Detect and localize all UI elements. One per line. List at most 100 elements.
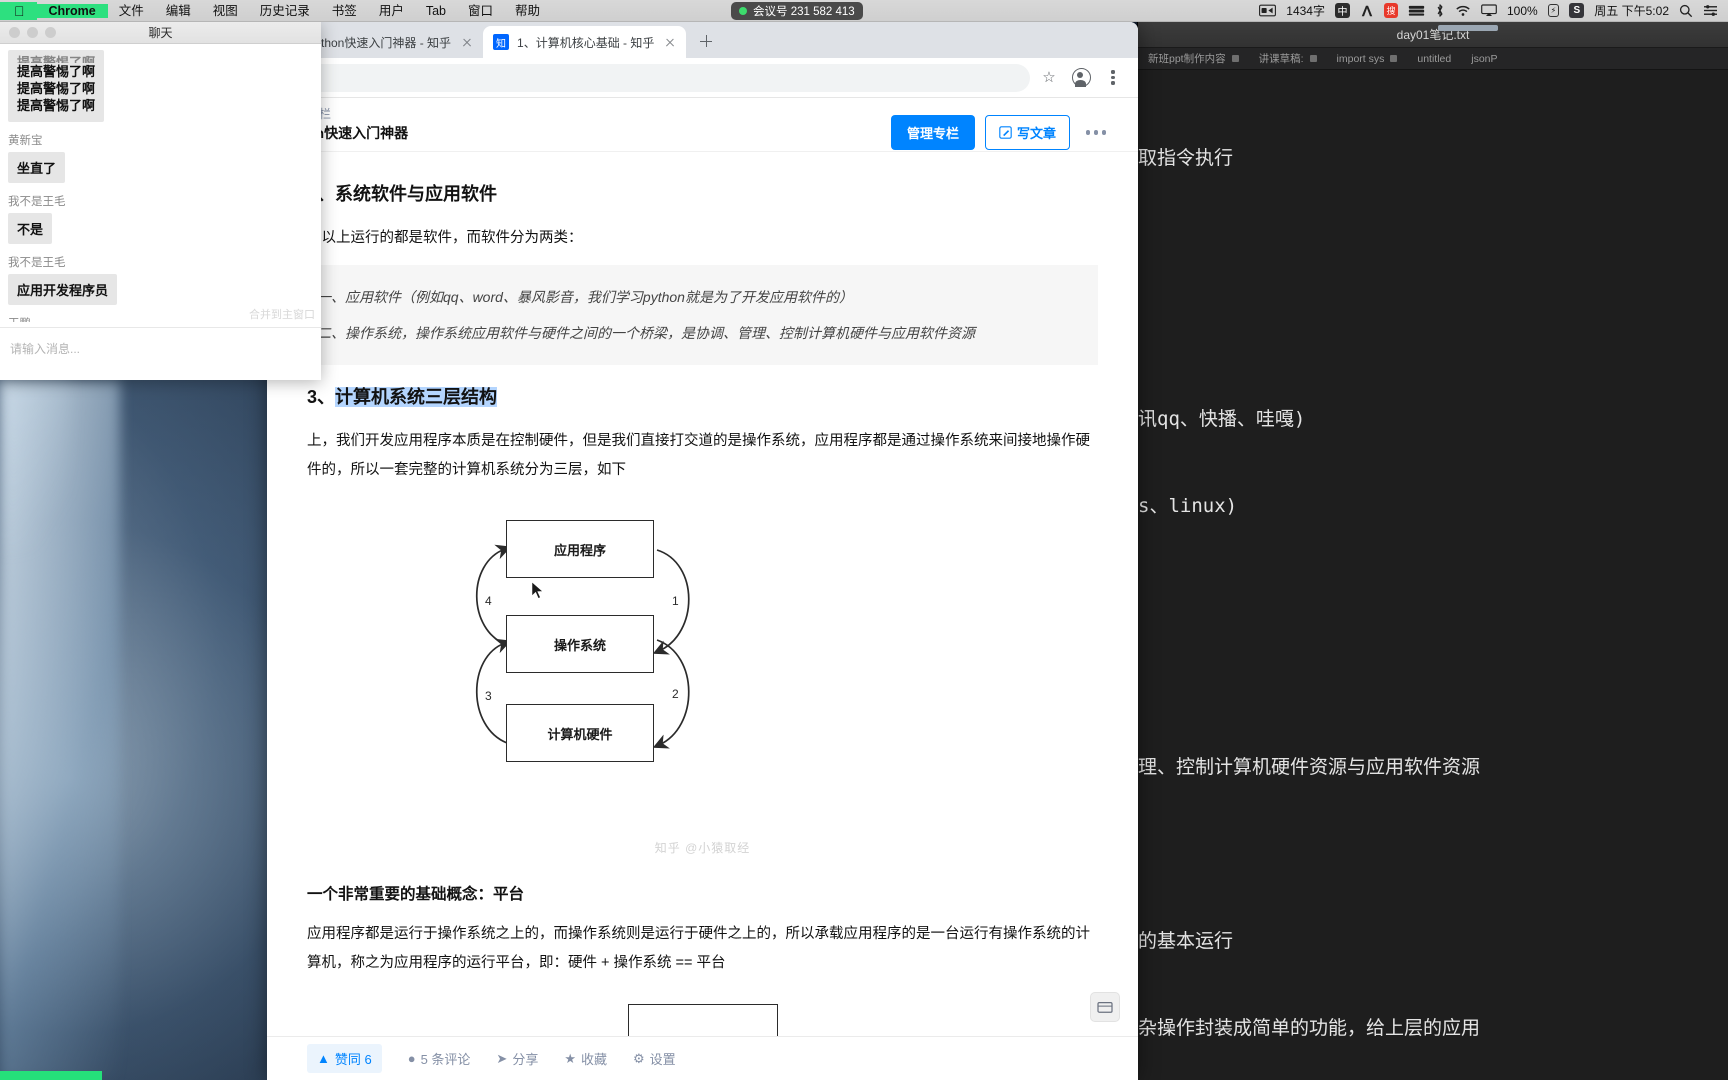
chat-message-bubble: 坐直了 — [8, 152, 66, 183]
svg-text:3: 3 — [485, 689, 492, 703]
manage-column-button[interactable]: 管理专栏 — [891, 115, 976, 150]
chat-sender-name: 我不是王毛 — [8, 196, 66, 208]
chat-bubble-repeat-warning: 提高警惕了啊 提高警惕了啊 提高警惕了啊 提高警惕了啊 — [8, 50, 105, 122]
bluetooth-icon[interactable] — [1435, 3, 1445, 18]
article-action-bar[interactable]: ▲ 赞同 6 ● 5 条评论 ➤ 分享 ★ 收藏 ⚙ 设置 — [267, 1036, 1138, 1080]
profile-account-icon[interactable] — [1068, 65, 1094, 91]
menu-item-tab[interactable]: Tab — [415, 0, 457, 22]
merge-to-main-window-link[interactable]: 合并到主窗口 — [249, 306, 315, 322]
bookmark-star-icon[interactable]: ☆ — [1036, 65, 1062, 91]
s-app-icon[interactable]: S — [1569, 3, 1585, 18]
chat-message-bubble: 应用开发程序员 — [8, 274, 118, 305]
text-editor-window[interactable]: day01笔记.txt 新班ppt制作内容 讲课草稿: import sys u… — [1137, 22, 1728, 1080]
browser-tab-strip[interactable]: 知 Python快速入门神器 - 知乎 知 1、计算机核心基础 - 知乎 — [267, 22, 1138, 58]
column-info: 专栏 on快速入门神器 — [307, 106, 408, 144]
chat-titlebar[interactable]: 聊天 — [0, 22, 321, 44]
three-layer-architecture-diagram: 1 2 3 4 应用程序 操作系统 计算机硬件 — [307, 515, 1098, 845]
comments-button[interactable]: ● 5 条评论 — [408, 1049, 471, 1068]
battery-charging-icon[interactable]: ⚡ — [1547, 4, 1560, 17]
section2-paragraph: 件以上运行的都是软件，而软件分为两类： — [307, 230, 583, 246]
chat-sender-name: 我不是王毛 — [8, 257, 66, 269]
chat-message-list[interactable]: 提高警惕了啊 提高警惕了啊 提高警惕了啊 提高警惕了啊 黄新宝 坐直了 我不是王… — [0, 44, 321, 322]
breadcrumb-item-0[interactable]: 新班ppt制作内容 — [1138, 51, 1249, 66]
settings-button[interactable]: ⚙ 设置 — [633, 1049, 676, 1068]
stack-icon[interactable] — [1408, 4, 1425, 17]
breadcrumb-dot-icon — [1309, 55, 1317, 62]
upvote-button[interactable]: ▲ 赞同 6 — [307, 1044, 382, 1073]
breadcrumb-item-4[interactable]: jsonP — [1461, 53, 1507, 65]
concept-paragraph: 应用程序都是运行于操作系统之上的，而操作系统则是运行于硬件之上的，所以承载应用程… — [307, 926, 1090, 971]
share-label: 分享 — [512, 1052, 539, 1067]
new-tab-button[interactable] — [692, 27, 720, 55]
browser-menu-icon[interactable] — [1100, 65, 1126, 91]
text-editor-content[interactable]: 取指令执行 讯qq、快播、哇嘎) s、linux) 理、控制计算机硬件资源与应用… — [1138, 70, 1728, 1080]
browser-toolbar[interactable]: 0791 ☆ — [267, 58, 1138, 98]
editor-tab-indicator — [1438, 25, 1498, 31]
breadcrumb-item-1[interactable]: 讲课草稿: — [1249, 51, 1327, 66]
chat-window[interactable]: 聊天 提高警惕了啊 提高警惕了啊 提高警惕了啊 提高警惕了啊 黄新宝 坐直了 我… — [0, 22, 321, 380]
chat-line: 提高警惕了啊 — [17, 64, 96, 79]
editor-line: 理、控制计算机硬件资源与应用软件资源 — [1138, 756, 1481, 778]
menu-item-help[interactable]: 帮助 — [504, 0, 551, 22]
tab-title: 1、计算机核心基础 - 知乎 — [517, 35, 655, 50]
menu-item-profiles[interactable]: 用户 — [368, 0, 415, 22]
zhihu-article-page[interactable]: 专栏 on快速入门神器 管理专栏 写文章 2、系统软件与应用软件 件以上运行的都… — [267, 98, 1138, 1080]
meeting-id-badge[interactable]: 会议号 231 582 413 — [731, 2, 863, 20]
alfred-icon[interactable] — [1360, 4, 1374, 18]
chrome-browser-window[interactable]: 知 Python快速入门神器 - 知乎 知 1、计算机核心基础 - 知乎 079… — [267, 22, 1138, 1080]
write-article-button[interactable]: 写文章 — [985, 115, 1071, 150]
battery-percent-label[interactable]: 100% — [1507, 4, 1538, 18]
close-tab-icon[interactable] — [459, 34, 475, 50]
word-count-label[interactable]: 1434字 — [1286, 2, 1325, 19]
macos-menu-bar[interactable]:  Chrome 文件 编辑 视图 历史记录 书签 用户 Tab 窗口 帮助 1… — [0, 0, 1728, 22]
zhihu-favicon-icon: 知 — [493, 34, 510, 50]
menu-item-file[interactable]: 文件 — [108, 0, 155, 22]
wifi-icon[interactable] — [1455, 4, 1471, 17]
more-options-icon[interactable] — [1080, 130, 1112, 135]
svg-text:4: 4 — [485, 594, 492, 608]
favorite-button[interactable]: ★ 收藏 — [564, 1049, 607, 1068]
menu-item-history[interactable]: 历史记录 — [249, 0, 321, 22]
share-button[interactable]: ➤ 分享 — [496, 1049, 538, 1068]
spotlight-search-icon[interactable] — [1679, 4, 1693, 18]
menu-item-bookmarks[interactable]: 书签 — [321, 0, 368, 22]
menu-item-edit[interactable]: 编辑 — [155, 0, 202, 22]
reader-mode-button[interactable] — [1090, 992, 1120, 1022]
address-bar-input[interactable]: 0791 — [279, 63, 1030, 92]
apple-logo-icon[interactable]:  — [0, 1, 37, 20]
input-method-icon[interactable]: 中 — [1334, 3, 1350, 18]
screen-share-border-bottom — [0, 1071, 102, 1080]
menu-bar-status-items[interactable]: 1434字 中 搜 100% ⚡ S 周五 下午5:02 — [1259, 2, 1728, 19]
control-center-icon[interactable] — [1703, 4, 1718, 17]
column-meta-label: 专栏 — [307, 106, 408, 122]
text-editor-titlebar[interactable]: day01笔记.txt — [1138, 22, 1728, 48]
menu-bar-clock[interactable]: 周五 下午5:02 — [1594, 2, 1669, 19]
browser-tab-computer-basics[interactable]: 知 1、计算机核心基础 - 知乎 — [483, 26, 687, 58]
menu-bar-left[interactable]:  Chrome 文件 编辑 视图 历史记录 书签 用户 Tab 窗口 帮助 — [0, 0, 551, 22]
close-tab-icon[interactable] — [662, 34, 678, 50]
section3-number: 3、 — [307, 387, 336, 407]
chat-line-clipped: 提高警惕了啊 — [17, 55, 96, 63]
breadcrumb-dot-icon — [1231, 55, 1239, 62]
menu-app-name[interactable]: Chrome — [36, 3, 108, 18]
breadcrumb-item-2[interactable]: import sys — [1327, 53, 1408, 65]
settings-label: 设置 — [649, 1052, 676, 1067]
airplay-icon[interactable] — [1481, 4, 1497, 17]
chat-message-input[interactable]: 请输入消息... — [0, 328, 321, 380]
zhihu-column-header: 专栏 on快速入门神器 管理专栏 写文章 — [267, 98, 1138, 152]
sogou-icon[interactable]: 搜 — [1383, 3, 1398, 18]
editor-line: 讯qq、快播、哇嘎) — [1138, 408, 1306, 430]
menu-item-view[interactable]: 视图 — [202, 0, 249, 22]
editor-breadcrumb-bar[interactable]: 新班ppt制作内容 讲课草稿: import sys untitled json… — [1138, 48, 1728, 70]
reader-mode-icon — [1097, 1002, 1113, 1013]
screen-record-icon[interactable] — [1259, 4, 1277, 17]
editor-line: 杂操作封装成简单的功能，给上层的应用 — [1138, 1017, 1481, 1039]
column-action-buttons[interactable]: 管理专栏 写文章 — [891, 106, 1112, 150]
software-types-quote: 一、应用软件（例如qq、word、暴风影音，我们学习python就是为了开发应用… — [307, 265, 1098, 365]
menu-item-window[interactable]: 窗口 — [457, 0, 504, 22]
breadcrumb-item-3[interactable]: untitled — [1407, 53, 1461, 65]
